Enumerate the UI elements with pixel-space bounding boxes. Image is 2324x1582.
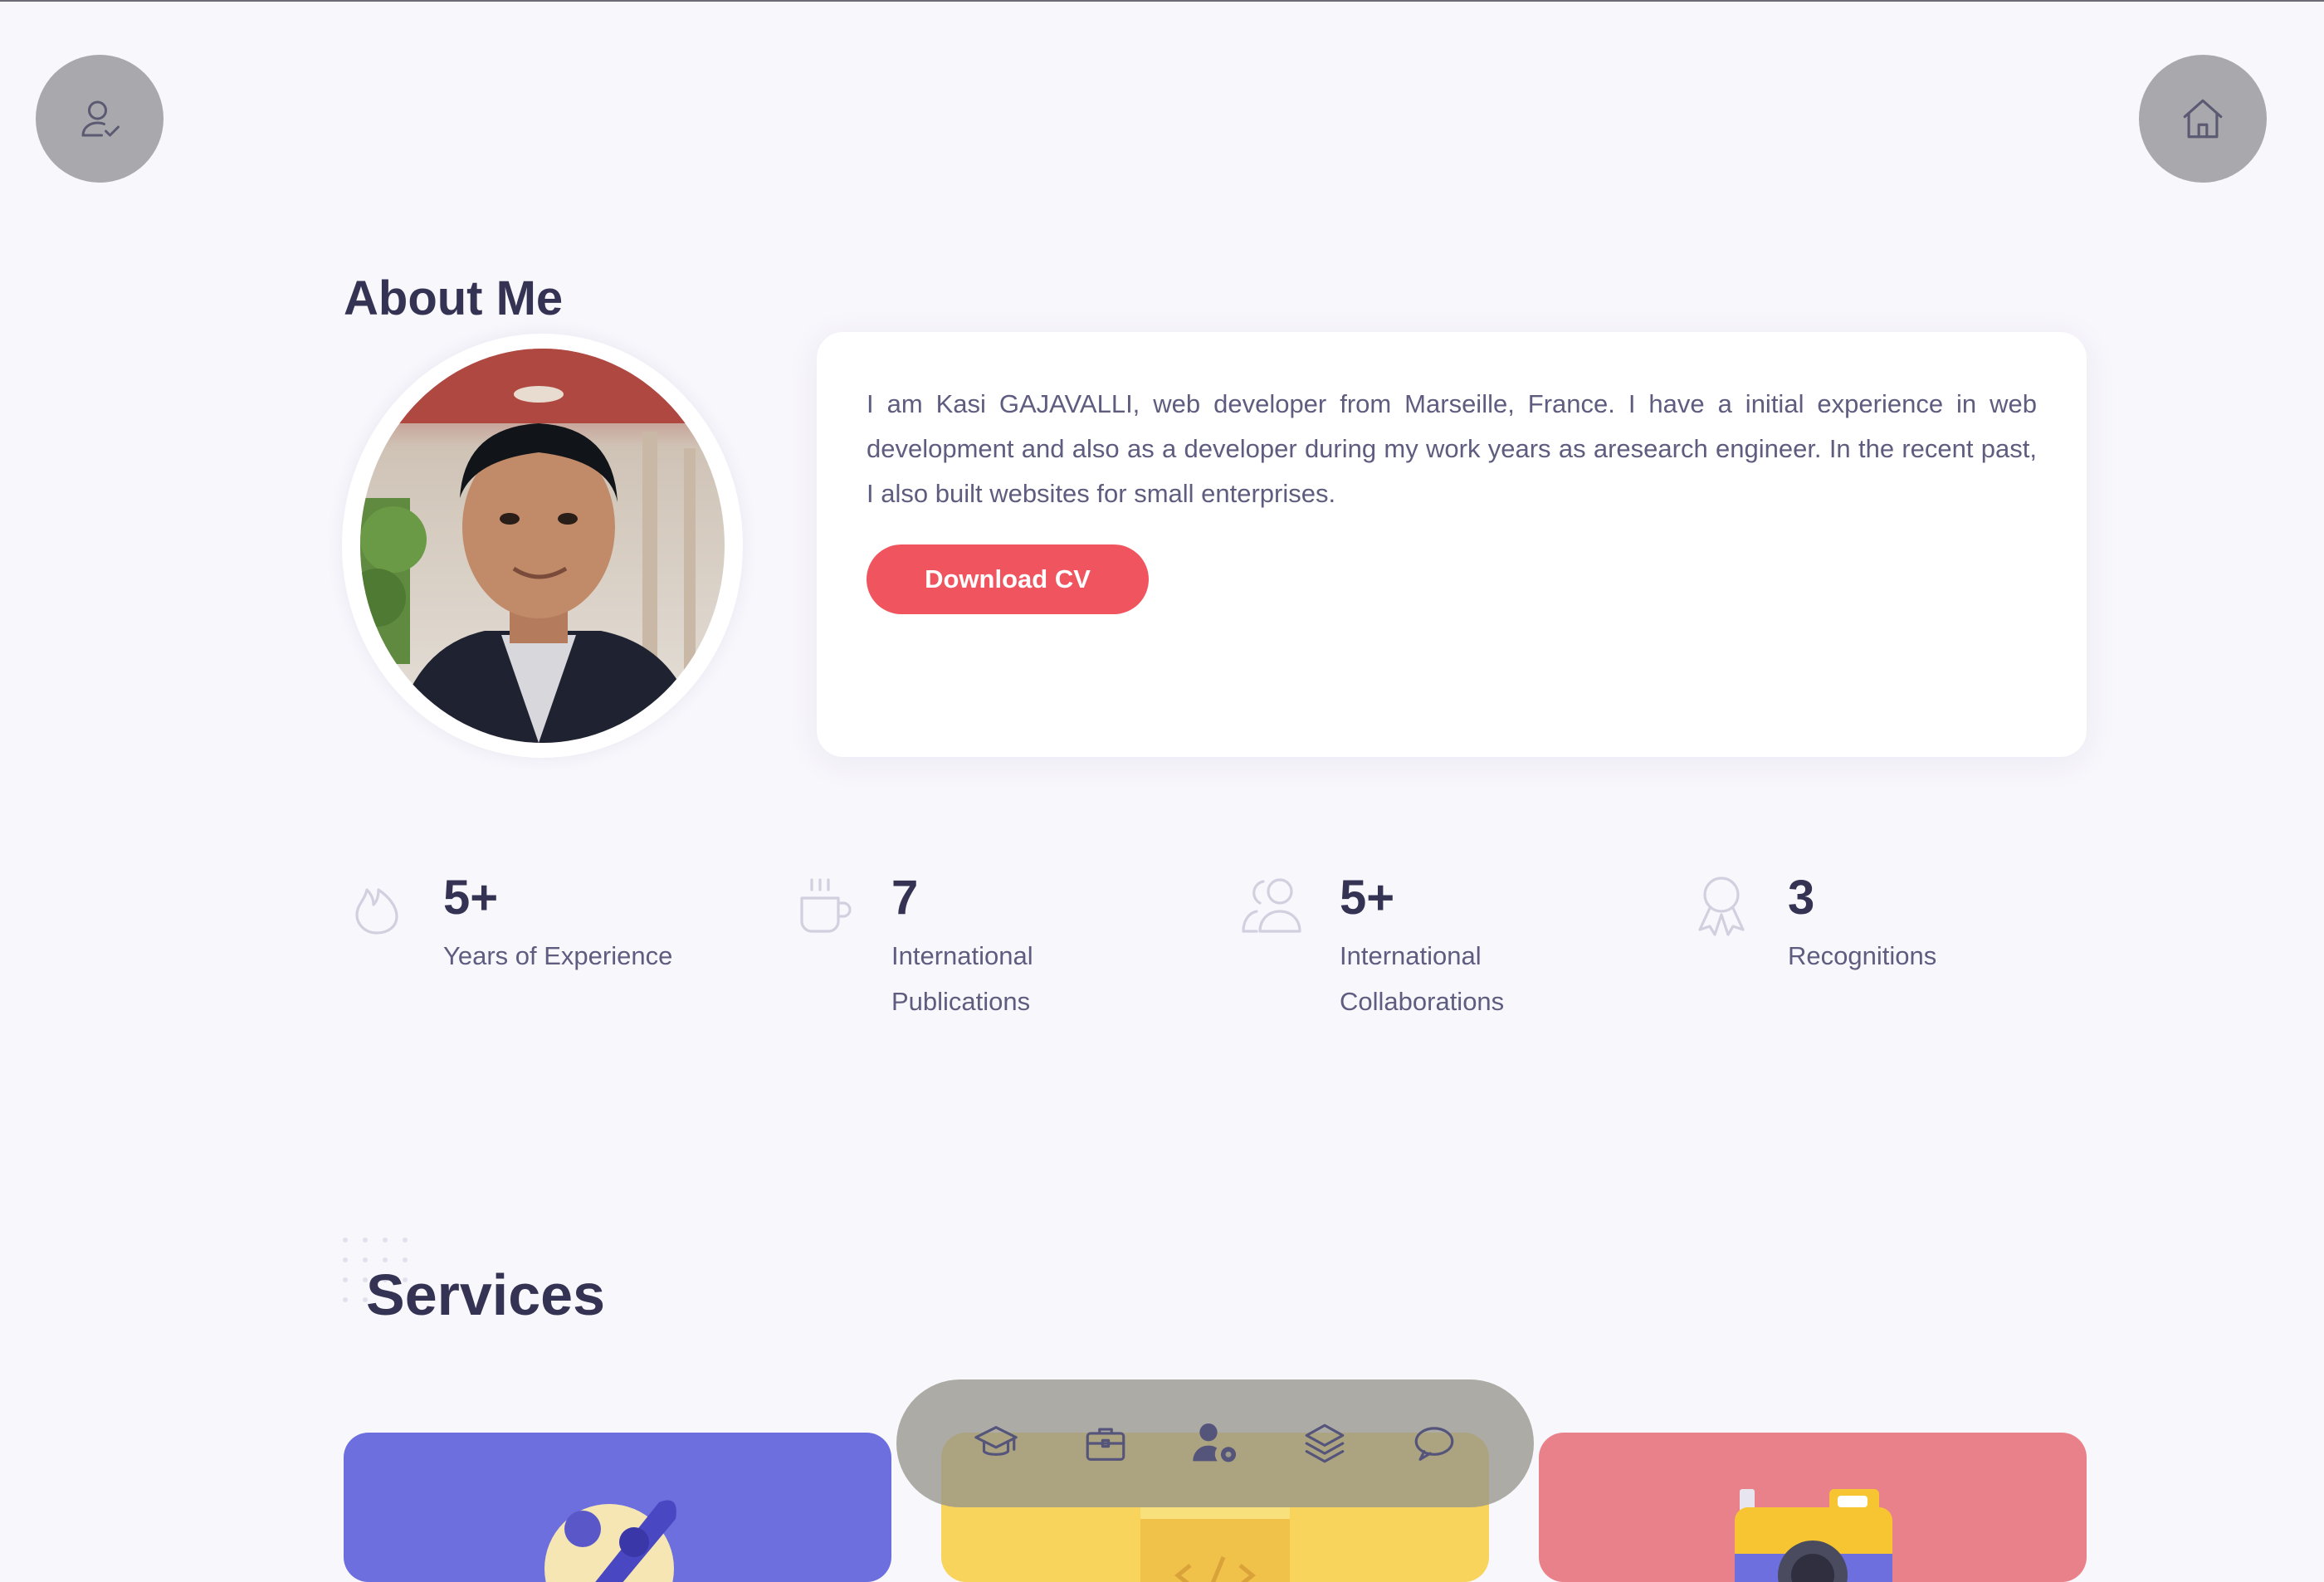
stat-experience: 5+ Years of Experience [344, 863, 742, 1029]
profile-button[interactable] [36, 55, 164, 183]
about-bio: I am Kasi GAJAVALLI, web developer from … [867, 389, 2037, 508]
user-gear-icon [1193, 1423, 1237, 1462]
avatar-frame [342, 334, 743, 758]
code-icon [1140, 1507, 1290, 1582]
services-title: Services [366, 1262, 606, 1327]
camera-icon [1735, 1489, 1892, 1582]
bottom-navigation [896, 1379, 1534, 1507]
users-icon [1242, 878, 1301, 933]
nav-about[interactable] [1186, 1414, 1244, 1472]
nav-experience[interactable] [1077, 1414, 1135, 1472]
stat-number: 5+ [443, 871, 499, 925]
stat-number: 3 [1788, 871, 1815, 925]
nav-contact[interactable] [1405, 1414, 1463, 1472]
graduation-cap-icon [974, 1426, 1018, 1456]
stat-label: International Collaborations [1340, 941, 1505, 1016]
coffee-cup-icon [800, 878, 852, 933]
rocket-icon [544, 1500, 676, 1582]
service-card-1[interactable] [344, 1433, 891, 1582]
stat-label: Recognitions [1788, 941, 1937, 970]
nav-services[interactable] [1296, 1414, 1354, 1472]
chat-bubble-icon [1414, 1427, 1454, 1461]
avatar [360, 349, 725, 743]
stat-label: International Publications [891, 941, 1033, 1016]
about-title: About Me [344, 271, 564, 325]
stat-collaborations: 5+ International Collaborations [1240, 863, 1638, 1029]
fire-icon [355, 888, 398, 935]
stat-publications: 7 International Publications [792, 863, 1190, 1029]
top-border [0, 0, 2324, 2]
home-button[interactable] [2139, 55, 2267, 183]
stat-number: 5+ [1340, 871, 1395, 925]
stat-recognitions: 3 Recognitions [1688, 863, 2087, 1029]
about-card: I am Kasi GAJAVALLI, web developer from … [817, 332, 2087, 757]
layers-icon [1305, 1423, 1345, 1463]
download-cv-button[interactable]: Download CV [867, 544, 1149, 614]
home-icon [2183, 99, 2223, 139]
briefcase-icon [1086, 1428, 1125, 1461]
stat-label: Years of Experience [443, 941, 673, 970]
user-check-icon [81, 100, 120, 137]
service-card-3[interactable] [1539, 1433, 2087, 1582]
nav-education[interactable] [967, 1414, 1025, 1472]
stat-number: 7 [891, 871, 919, 925]
award-icon [1698, 876, 1745, 936]
